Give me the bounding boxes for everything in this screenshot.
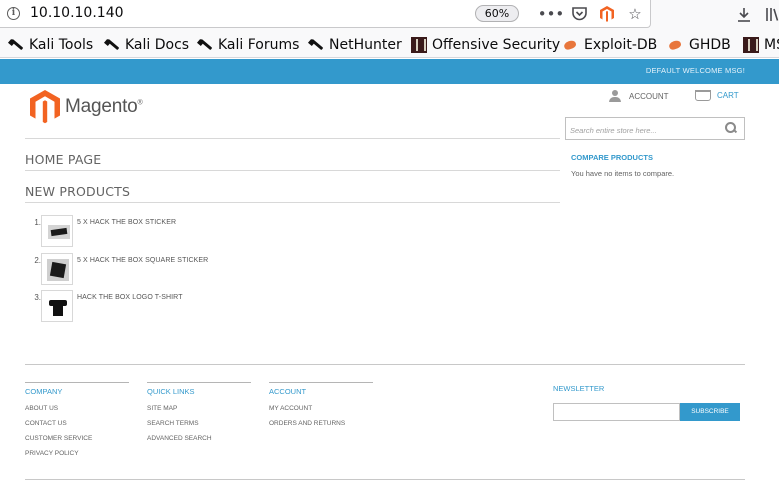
bookmark-ghdb[interactable]: GHDB (668, 36, 731, 54)
product-item: 2. 5 X HACK THE BOX SQUARE STICKER (25, 252, 208, 286)
footer-column-rule (25, 382, 129, 383)
square-sticker-image (47, 259, 69, 281)
bookmark-nethunter[interactable]: NetHunter (308, 36, 402, 54)
sticker-image (48, 225, 70, 239)
url-field[interactable]: i 10.10.10.140 60% ••• ☆ (0, 0, 651, 28)
footer-column-rule (147, 382, 251, 383)
kali-dragon-icon (104, 37, 120, 53)
footer-top-divider (25, 364, 745, 365)
footer-bottom-divider (25, 479, 745, 480)
product-number: 1. (34, 218, 41, 227)
newsletter-title: NEWSLETTER (553, 384, 605, 393)
footer-link-contact-us[interactable]: CONTACT US (25, 420, 129, 435)
offsec-icon (411, 37, 427, 53)
store-top-bar: DEFAULT WELCOME MSG! (0, 59, 779, 84)
bookmark-kali-docs[interactable]: Kali Docs (104, 36, 189, 54)
compare-products-empty: You have no items to compare. (571, 169, 675, 178)
bookmark-offensive-security[interactable]: Offensive Security (411, 36, 560, 54)
welcome-message: DEFAULT WELCOME MSG! (645, 66, 745, 75)
magento-extension-icon[interactable] (597, 4, 617, 24)
product-name-link[interactable]: HACK THE BOX LOGO T-SHIRT (77, 294, 183, 301)
compare-products-title: COMPARE PRODUCTS (571, 153, 653, 162)
t-shirt-image (49, 298, 67, 316)
magento-logo-icon (30, 90, 60, 124)
footer-column-company: COMPANY ABOUT US CONTACT US CUSTOMER SER… (25, 382, 129, 465)
product-name-link[interactable]: 5 X HACK THE BOX SQUARE STICKER (77, 257, 208, 264)
product-name-link[interactable]: 5 X HACK THE BOX STICKER (77, 219, 176, 226)
store-logo[interactable]: Magento® (30, 90, 143, 124)
product-thumbnail[interactable] (41, 290, 73, 322)
footer-column-title: COMPANY (25, 387, 63, 396)
browser-toolbar: i 10.10.10.140 60% ••• ☆ (0, 0, 779, 30)
exploit-db-icon (668, 37, 684, 53)
footer-link-site-map[interactable]: SITE MAP (147, 405, 251, 420)
zoom-indicator[interactable]: 60% (475, 5, 519, 22)
footer-link-search-terms[interactable]: SEARCH TERMS (147, 420, 251, 435)
footer-column-quick-links: QUICK LINKS SITE MAP SEARCH TERMS ADVANC… (147, 382, 251, 450)
pocket-icon[interactable] (569, 4, 589, 24)
cart-link[interactable]: CART (695, 90, 739, 101)
bookmark-kali-forums[interactable]: Kali Forums (197, 36, 299, 54)
page-title: HOME PAGE (25, 152, 102, 167)
footer-link-orders-and-returns[interactable]: ORDERS AND RETURNS (269, 420, 373, 435)
footer-link-about-us[interactable]: ABOUT US (25, 405, 129, 420)
offsec-icon (743, 37, 759, 53)
bookmark-kali-tools[interactable]: Kali Tools (8, 36, 93, 54)
section-title: NEW PRODUCTS (25, 184, 131, 199)
downloads-icon[interactable] (734, 4, 754, 24)
bookmarks-toolbar: Kali Tools Kali Docs Kali Forums NetHunt… (0, 30, 779, 58)
search-box (565, 117, 745, 141)
page-actions-icon[interactable]: ••• (538, 4, 565, 24)
footer-link-customer-service[interactable]: CUSTOMER SERVICE (25, 435, 129, 450)
product-item: 3. HACK THE BOX LOGO T-SHIRT (25, 289, 183, 323)
library-icon[interactable] (762, 4, 779, 24)
product-number: 3. (34, 293, 41, 302)
exploit-db-icon (563, 37, 579, 53)
product-number: 2. (34, 256, 41, 265)
bookmark-exploit-db[interactable]: Exploit-DB (563, 36, 657, 54)
footer-link-privacy-policy[interactable]: PRIVACY POLICY (25, 450, 129, 465)
site-info-icon[interactable]: i (7, 7, 20, 20)
account-link[interactable]: ACCOUNT (609, 90, 669, 102)
header-divider (25, 138, 560, 139)
footer-link-my-account[interactable]: MY ACCOUNT (269, 405, 373, 420)
section-title-divider (25, 202, 560, 203)
page-title-divider (25, 170, 560, 171)
search-icon[interactable] (725, 122, 737, 134)
kali-dragon-icon (197, 37, 213, 53)
footer-column-title: ACCOUNT (269, 387, 307, 396)
logo-text: Magento® (65, 96, 143, 117)
product-thumbnail[interactable] (41, 253, 73, 285)
account-icon (609, 90, 621, 102)
footer-column-rule (269, 382, 373, 383)
product-thumbnail[interactable] (41, 215, 73, 247)
kali-dragon-icon (308, 37, 324, 53)
product-item: 1. 5 X HACK THE BOX STICKER (25, 214, 176, 248)
cart-icon (695, 90, 711, 101)
footer-column-title: QUICK LINKS (147, 387, 195, 396)
url-text[interactable]: 10.10.10.140 (30, 5, 124, 21)
bookmark-ms[interactable]: MS (743, 36, 779, 54)
footer-link-advanced-search[interactable]: ADVANCED SEARCH (147, 435, 251, 450)
footer-column-account: ACCOUNT MY ACCOUNT ORDERS AND RETURNS (269, 382, 373, 435)
kali-dragon-icon (8, 37, 24, 53)
subscribe-button[interactable]: SUBSCRIBE (680, 403, 740, 421)
search-input[interactable] (566, 120, 716, 141)
bookmark-star-icon[interactable]: ☆ (625, 4, 645, 24)
newsletter-email-input[interactable] (553, 403, 680, 421)
